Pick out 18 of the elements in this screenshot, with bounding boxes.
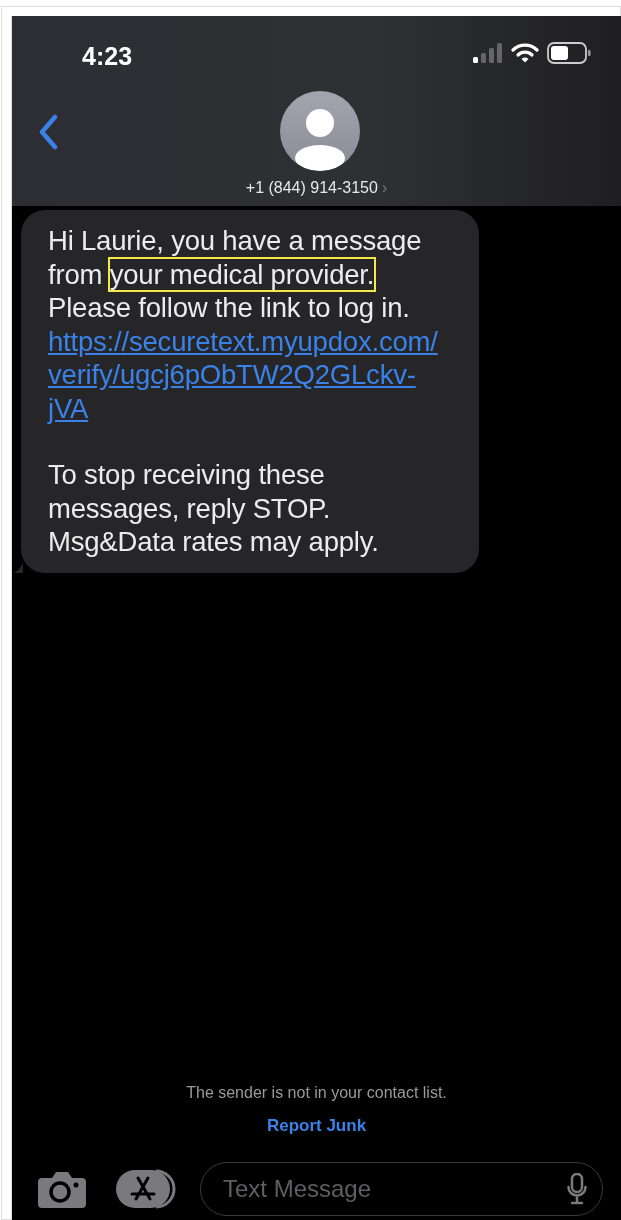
bubble-tail [13,560,23,573]
wifi-icon [511,43,539,63]
message-link[interactable]: https://securetext.myupdox.com/verify/ugcj6pObTW2Q2GLckv-jVA [48,324,449,425]
microphone-icon[interactable] [567,1173,587,1205]
battery-icon [547,42,591,64]
avatar[interactable] [280,91,360,171]
message-text: To stop receiving these messages, reply STOP. Msg&Data rates may apply. [48,458,380,559]
report-junk-link[interactable]: Report Junk [266,1112,367,1138]
contact-number[interactable]: +1 (844) 914-3150 [245,179,378,196]
signal-icon [473,43,503,63]
message-input[interactable]: Text Message [200,1162,603,1216]
message-text: Hi Laurie, you have a message from your medical provider. Please follow the link to log in. [48,224,423,325]
back-button[interactable] [38,114,58,150]
chevron-icon: › [381,179,388,196]
sender-notice: The sender is not in your contact list. [186,1082,447,1103]
camera-button[interactable] [38,1170,86,1208]
apps-button[interactable] [116,1169,178,1209]
status-time: 4:23 [82,41,133,72]
